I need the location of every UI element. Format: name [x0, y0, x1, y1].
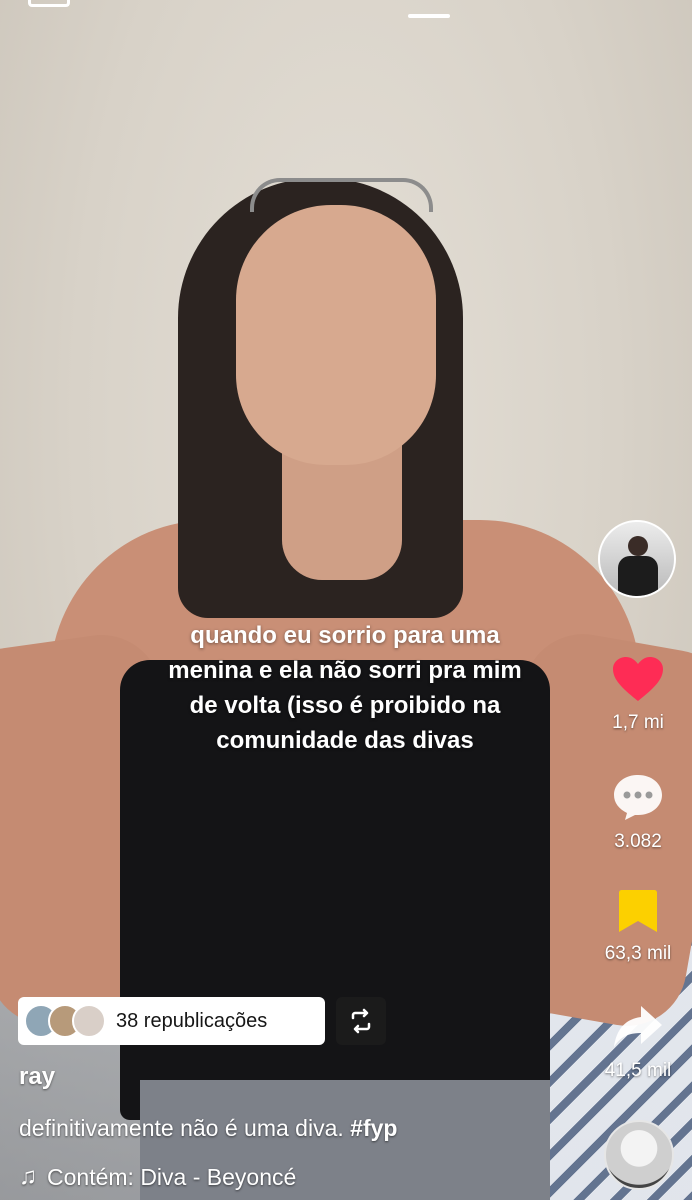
like-count: 1,7 mi [612, 712, 664, 733]
avatar-head [628, 536, 648, 556]
comment-count: 3.082 [614, 831, 662, 852]
repost-avatars [24, 1004, 106, 1038]
creator-avatar[interactable] [598, 520, 676, 598]
overlay-line-3: de volta (isso é proibido na [189, 692, 501, 719]
comment-button[interactable]: 3.082 [596, 772, 680, 853]
share-icon [614, 1006, 662, 1047]
overlay-line-4: comunidade das divas [216, 727, 474, 754]
video-player[interactable]: quando eu sorrio para uma menina e ela n… [0, 0, 692, 1200]
description-text: definitivamente não é uma diva. [19, 1115, 344, 1141]
repost-icon [351, 1008, 371, 1034]
save-count: 63,3 mil [604, 943, 672, 964]
music-note-icon: ♫ [19, 1163, 37, 1190]
overlay-line-2: menina e ela não sorri pra mim [168, 657, 522, 684]
hashtag-link[interactable]: #fyp [350, 1115, 397, 1141]
overlay-line-1: quando eu sorrio para uma [190, 622, 500, 649]
share-count: 41,5 mil [604, 1060, 672, 1081]
subject-glasses [250, 178, 433, 212]
post-username[interactable]: ray [19, 1063, 55, 1091]
subject-face [236, 205, 436, 465]
share-button[interactable]: 41,5 mil [596, 1003, 680, 1082]
avatar-body [618, 556, 658, 596]
repost-count-label: 38 republicações [116, 1009, 268, 1032]
save-button[interactable]: 63,3 mil [596, 888, 680, 965]
music-row[interactable]: ♫ Contém: Diva - Beyoncé [19, 1163, 296, 1191]
comment-icon [614, 775, 662, 820]
video-text-overlay: quando eu sorrio para uma menina e ela n… [130, 618, 560, 758]
top-left-icon[interactable] [28, 0, 70, 7]
music-disc[interactable] [604, 1120, 674, 1190]
post-description: definitivamente não é uma diva. #fyp [19, 1115, 397, 1142]
top-indicator [408, 14, 450, 18]
repost-button[interactable] [336, 997, 386, 1045]
like-button[interactable]: 1,7 mi [596, 655, 680, 734]
bookmark-icon [619, 890, 657, 932]
music-title: Contém: Diva - Beyoncé [47, 1163, 297, 1190]
repost-avatar [72, 1004, 106, 1038]
reposts-pill[interactable]: 38 republicações [18, 997, 325, 1045]
heart-icon [613, 657, 663, 701]
